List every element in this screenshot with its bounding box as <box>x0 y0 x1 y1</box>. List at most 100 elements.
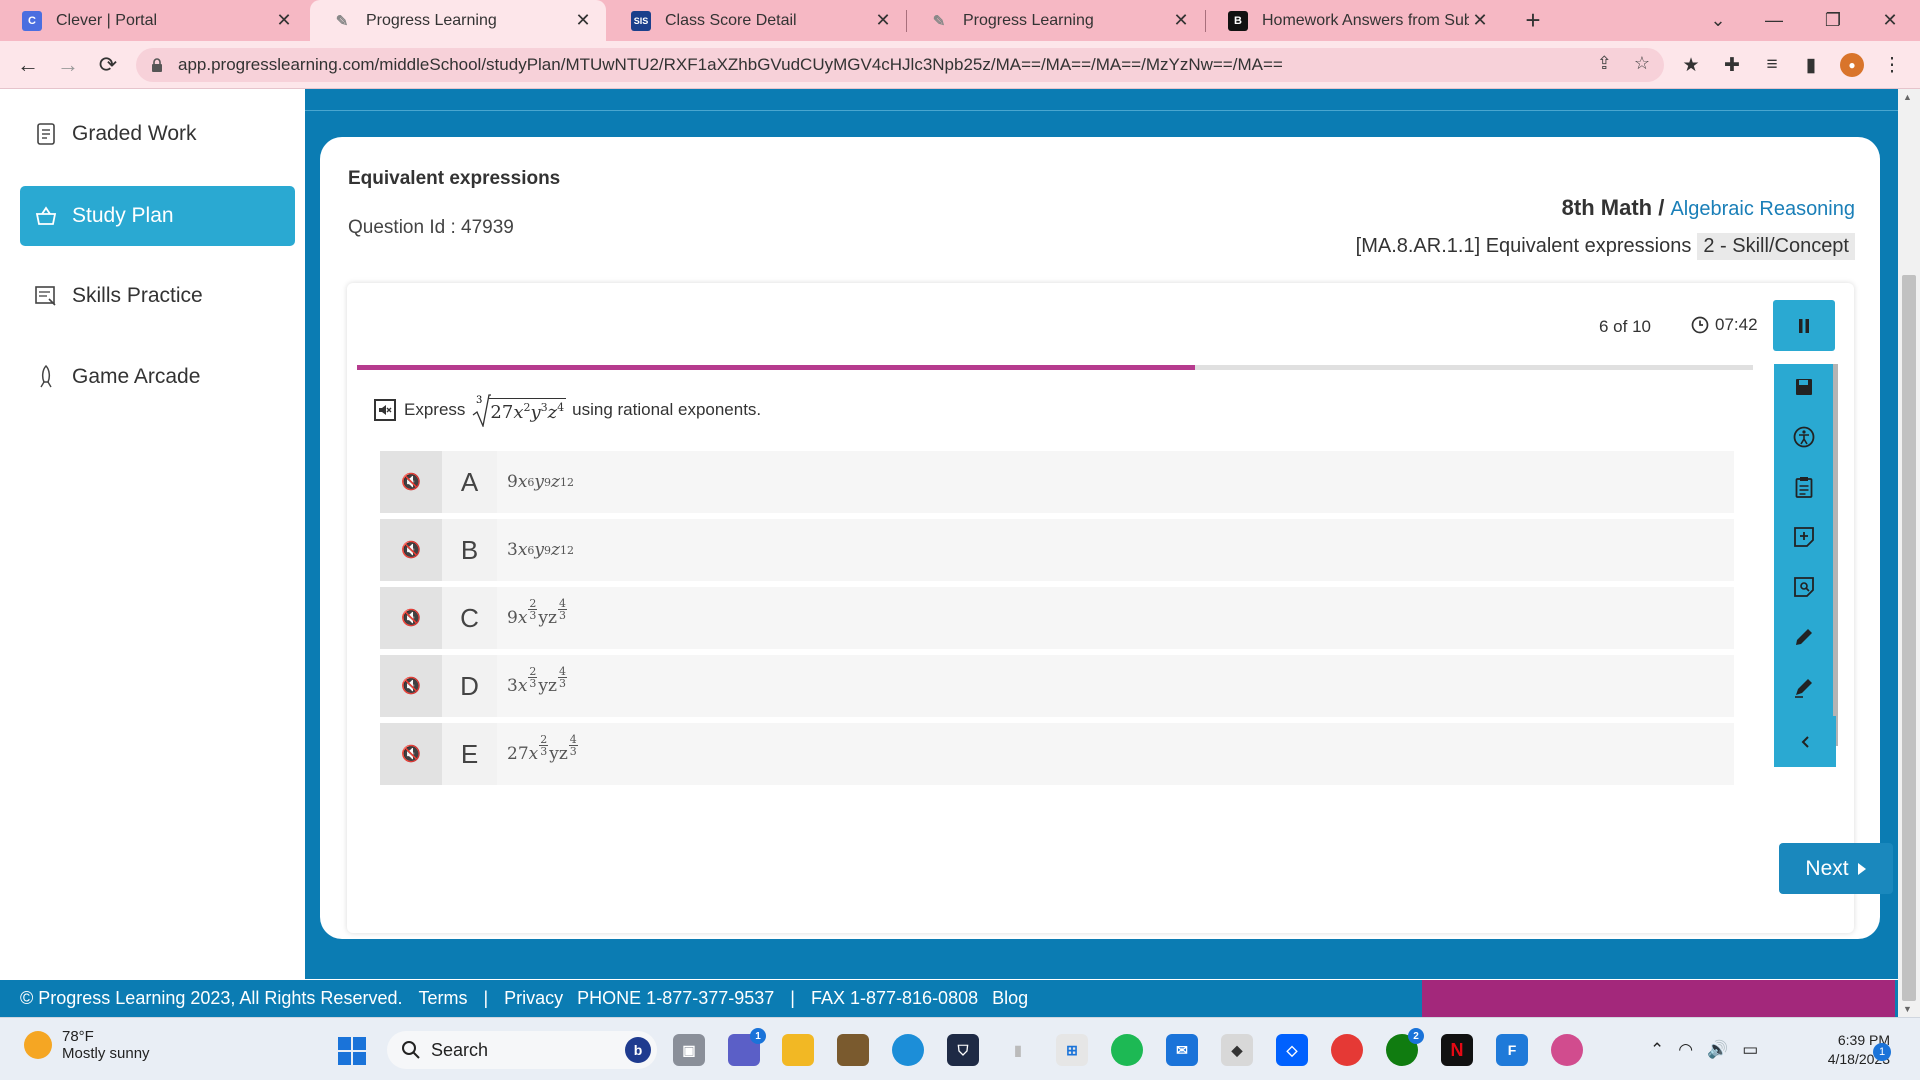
mute-audio-icon[interactable]: 🔇 <box>380 655 442 717</box>
minecraft-icon[interactable] <box>837 1034 869 1066</box>
mute-audio-icon[interactable]: 🔇 <box>380 587 442 649</box>
new-tab-button[interactable]: + <box>1505 0 1561 41</box>
answer-option-d[interactable]: 🔇 D 3 x 2 3 yz 4 3 <box>380 655 1734 717</box>
bookmark-star-icon[interactable]: ☆ <box>1634 53 1650 74</box>
roblox-icon[interactable]: ◆ <box>1221 1034 1253 1066</box>
tab-search-chevron-icon[interactable]: ⌄ <box>1690 0 1746 41</box>
timer: 07:42 <box>1691 315 1758 335</box>
close-tab-icon[interactable]: ✕ <box>1469 10 1491 31</box>
option-coefficient: 27 <box>507 744 529 764</box>
spotify-icon[interactable] <box>1111 1034 1143 1066</box>
teams-chat-icon[interactable]: 1 <box>728 1028 766 1066</box>
pencil-icon[interactable] <box>1791 624 1817 650</box>
close-tab-icon[interactable]: ✕ <box>872 10 894 31</box>
sidebar-item-label: Study Plan <box>72 204 174 227</box>
wifi-icon[interactable]: ◠ <box>1678 1040 1693 1060</box>
microsoft-store-icon[interactable]: ⊞ <box>1056 1034 1088 1066</box>
minimize-button[interactable]: — <box>1746 0 1802 41</box>
mute-audio-icon[interactable]: 🔇 <box>380 723 442 785</box>
footer-separator: | <box>483 988 489 1008</box>
url-text: app.progresslearning.com/middleSchool/st… <box>178 55 1283 74</box>
file-explorer-icon[interactable] <box>782 1034 814 1066</box>
side-panel-icon[interactable]: ▮ <box>1799 53 1823 77</box>
tab-progress-learning-active[interactable]: ✎ Progress Learning ✕ <box>310 0 606 41</box>
chrome-profile-icon[interactable] <box>1551 1034 1583 1066</box>
media-control-icon[interactable]: ≡ <box>1760 53 1784 77</box>
close-window-button[interactable]: ✕ <box>1862 0 1918 41</box>
chrome-icon[interactable] <box>1331 1034 1363 1066</box>
volume-icon[interactable]: 🔊 <box>1707 1040 1728 1060</box>
close-tab-icon[interactable]: ✕ <box>273 10 295 31</box>
answer-option-b[interactable]: 🔇 B 3 x 6 y 9 z 12 <box>380 519 1734 581</box>
sidebar-item-game-arcade[interactable]: Game Arcade <box>20 347 295 407</box>
mute-audio-icon[interactable]: 🔇 <box>380 451 442 513</box>
notification-center-badge[interactable]: 1 <box>1873 1043 1891 1061</box>
rocket-icon <box>34 365 58 389</box>
tab-clever-portal[interactable]: C Clever | Portal ✕ <box>0 0 307 41</box>
extension-star-icon[interactable]: ★ <box>1679 53 1703 77</box>
footer-privacy-link[interactable]: Privacy <box>504 988 563 1009</box>
footer-terms-link[interactable]: Terms <box>418 988 467 1009</box>
standard-label: [MA.8.AR.1.1] Equivalent expressions <box>1355 235 1692 257</box>
pause-button[interactable] <box>1773 300 1835 351</box>
battery-icon[interactable]: ▭ <box>1742 1040 1758 1060</box>
restore-button[interactable]: ❐ <box>1805 0 1861 41</box>
calculator-icon[interactable] <box>1791 574 1817 600</box>
edge-browser-icon[interactable] <box>892 1034 924 1066</box>
progress-learning-favicon-icon: ✎ <box>932 12 946 30</box>
share-icon[interactable]: ⇪ <box>1597 53 1612 74</box>
collapse-tools-button[interactable] <box>1774 716 1836 767</box>
sidebar-item-graded-work[interactable]: Graded Work <box>20 104 295 164</box>
sidebar-item-study-plan[interactable]: Study Plan <box>20 186 295 246</box>
mail-icon[interactable]: ✉ <box>1166 1034 1198 1066</box>
scroll-down-icon[interactable]: ▼ <box>1903 1004 1912 1014</box>
dok-badge: 2 - Skill/Concept <box>1697 233 1855 260</box>
add-note-icon[interactable] <box>1791 524 1817 550</box>
task-view-icon[interactable]: ▣ <box>673 1034 705 1066</box>
extensions-puzzle-icon[interactable]: ✚ <box>1720 53 1744 77</box>
close-tab-icon[interactable]: ✕ <box>1170 10 1192 31</box>
pause-icon <box>1799 318 1809 333</box>
netflix-icon[interactable]: N <box>1441 1034 1473 1066</box>
browser-menu-icon[interactable]: ⋮ <box>1880 53 1904 77</box>
windows-start-icon[interactable] <box>336 1035 368 1067</box>
save-icon[interactable] <box>1791 374 1817 400</box>
tab-class-score-detail[interactable]: SIS Class Score Detail ✕ <box>609 0 906 41</box>
pinned-app-f-icon[interactable]: F <box>1496 1034 1528 1066</box>
highlighter-icon[interactable] <box>1791 674 1817 700</box>
page-scrollbar[interactable]: ▲ ▼ <box>1898 89 1920 1017</box>
back-button[interactable]: ← <box>12 49 44 81</box>
reload-button[interactable]: ⟳ <box>92 49 124 81</box>
breadcrumb-separator: / <box>1652 195 1671 220</box>
tab-homework-answers[interactable]: B Homework Answers from Subjec ✕ <box>1206 0 1503 41</box>
speaker-mute-icon[interactable] <box>374 399 396 421</box>
answer-option-a[interactable]: 🔇 A 9 x 6 y 9 z 12 <box>380 451 1734 513</box>
profile-avatar[interactable]: ● <box>1840 53 1864 77</box>
answer-option-e[interactable]: 🔇 E 27 x 2 3 yz 4 3 <box>380 723 1734 785</box>
dropbox-icon[interactable]: ◇ <box>1276 1034 1308 1066</box>
domain-link[interactable]: Algebraic Reasoning <box>1670 198 1855 220</box>
bing-icon[interactable]: b <box>625 1037 651 1063</box>
taskbar-search[interactable]: Search b <box>387 1031 657 1069</box>
windows-taskbar: 78°F Mostly sunny Search b ▣ 1 ⛉ ▮ ⊞ ✉ ◆… <box>0 1017 1920 1080</box>
sidebar-item-skills-practice[interactable]: Skills Practice <box>20 266 295 326</box>
scrollbar-thumb[interactable] <box>1902 275 1916 1001</box>
weather-widget[interactable]: 78°F Mostly sunny <box>24 1028 150 1062</box>
forward-button[interactable]: → <box>52 49 84 81</box>
scroll-up-icon[interactable]: ▲ <box>1903 92 1912 102</box>
tray-chevron-up-icon[interactable]: ⌃ <box>1650 1040 1664 1060</box>
generic-app-icon[interactable]: ▮ <box>1002 1034 1034 1066</box>
tools-scrollbar[interactable] <box>1833 364 1838 746</box>
answer-option-c[interactable]: 🔇 C 9 x 2 3 yz 4 3 <box>380 587 1734 649</box>
footer-blog-link[interactable]: Blog <box>992 988 1028 1009</box>
notepad-icon[interactable] <box>1791 474 1817 500</box>
accessibility-icon[interactable] <box>1791 424 1817 450</box>
tab-progress-learning[interactable]: ✎ Progress Learning ✕ <box>907 0 1204 41</box>
footer-separator: | <box>790 988 795 1008</box>
xbox-icon[interactable]: 2 <box>1386 1028 1424 1066</box>
store-app-icon[interactable]: ⛉ <box>947 1034 979 1066</box>
mute-audio-icon[interactable]: 🔇 <box>380 519 442 581</box>
close-tab-icon[interactable]: ✕ <box>572 10 594 31</box>
next-button[interactable]: Next <box>1779 843 1893 894</box>
address-bar[interactable]: app.progresslearning.com/middleSchool/st… <box>136 48 1664 82</box>
